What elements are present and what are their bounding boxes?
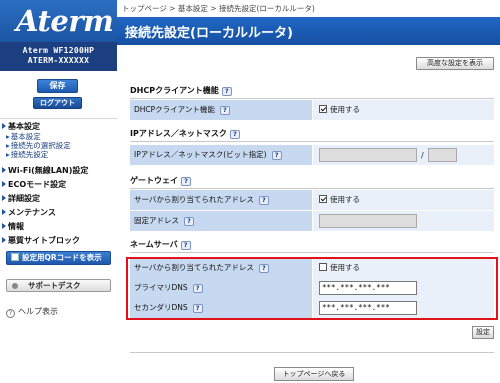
set-button[interactable]: 設定	[472, 326, 494, 339]
help-icon: ?	[6, 309, 15, 318]
help-toggle[interactable]: ? ヘルプ表示	[6, 306, 58, 318]
sidebar: Aterm Aterm WF1200HP ATERM-XXXXXX 保存 ログア…	[0, 0, 117, 383]
bullet-icon: ▸	[6, 150, 10, 159]
device-id: ATERM-XXXXXX	[27, 56, 90, 65]
help-icon[interactable]: ?	[221, 87, 232, 96]
row-value	[313, 211, 494, 231]
nav-eco-mode[interactable]: ECOモード設定	[2, 180, 66, 190]
help-icon[interactable]: ?	[180, 241, 191, 250]
row-dhcp-client: DHCPクライアント機能? 使用する	[130, 100, 494, 120]
nav-basic-settings[interactable]: 基本設定	[2, 122, 40, 132]
help-icon[interactable]: ?	[258, 196, 269, 205]
nav-malicious-site-block[interactable]: 悪質サイトブロック	[2, 236, 80, 246]
back-to-top-button[interactable]: トップページへ戻る	[274, 367, 354, 381]
row-gateway-auto: サーバから割り当てられたアドレス? 使用する	[130, 190, 494, 210]
device-info: Aterm WF1200HP ATERM-XXXXXX	[0, 42, 117, 71]
breadcrumb: トップページ > 基本設定 > 接続先設定(ローカルルータ)	[122, 4, 315, 13]
row-ip-netmask: IPアドレス／ネットマスク(ビット指定)? /	[130, 145, 494, 165]
dhcp-enable-checkbox[interactable]	[319, 105, 327, 113]
model-name: Aterm WF1200HP	[22, 46, 95, 55]
section-name-server: ネームサーバ?	[130, 240, 191, 250]
arrow-right-icon	[2, 181, 6, 187]
nav-wifi-settings[interactable]: Wi-Fi(無線LAN)設定	[2, 166, 88, 176]
section-divider	[130, 252, 494, 253]
show-qr-code-button[interactable]: 設定用QRコードを表示	[6, 251, 111, 265]
nav-info[interactable]: 情報	[2, 222, 24, 232]
section-gateway: ゲートウェイ?	[130, 176, 191, 186]
gateway-auto-checkbox[interactable]	[319, 195, 327, 203]
nav-maintenance[interactable]: メンテナンス	[2, 208, 56, 218]
arrow-right-icon	[2, 195, 6, 201]
section-ip-netmask: IPアドレス／ネットマスク?	[130, 129, 240, 139]
arrow-right-icon	[2, 167, 6, 173]
help-icon[interactable]: ?	[271, 151, 282, 160]
section-divider	[130, 141, 494, 142]
logo-area: Aterm	[0, 0, 117, 42]
sidebar-divider	[0, 118, 117, 119]
arrow-right-icon	[2, 223, 6, 229]
ip-address-input[interactable]	[319, 148, 417, 162]
section-dhcp-client: DHCPクライアント機能?	[130, 86, 232, 96]
bullet-icon: ▸	[6, 141, 10, 150]
row-label: 固定アドレス?	[130, 211, 312, 231]
nav-sub-connection-select[interactable]: ▸接続先の選択設定	[6, 141, 71, 150]
support-icon	[12, 282, 18, 289]
help-icon[interactable]: ?	[184, 217, 194, 226]
row-label: IPアドレス／ネットマスク(ビット指定)?	[130, 145, 312, 165]
show-advanced-settings-button[interactable]: 高度な設定を表示	[416, 57, 494, 70]
aterm-logo: Aterm	[16, 4, 114, 38]
nav-sub-basic[interactable]: ▸基本設定	[6, 132, 41, 141]
footer-divider	[130, 352, 494, 353]
nav-sub-connection-settings[interactable]: ▸接続先設定	[6, 150, 48, 159]
arrow-right-icon	[2, 123, 6, 129]
logout-button[interactable]: ログアウト	[33, 97, 82, 109]
support-desk-button[interactable]: サポートデスク	[6, 279, 111, 292]
gateway-fixed-address-input[interactable]	[319, 214, 417, 228]
save-button[interactable]: 保存	[37, 79, 78, 93]
row-label: サーバから割り当てられたアドレス?	[130, 190, 312, 210]
bullet-icon: ▸	[6, 132, 10, 141]
arrow-right-icon	[2, 209, 6, 215]
section-divider	[130, 98, 494, 99]
arrow-right-icon	[2, 237, 6, 243]
qr-code-icon	[11, 253, 19, 261]
ip-mask-separator: /	[421, 151, 424, 160]
section-divider	[130, 188, 494, 189]
nav-detail-settings[interactable]: 詳細設定	[2, 194, 40, 204]
row-gateway-fixed: 固定アドレス?	[130, 211, 494, 231]
row-value: 使用する	[313, 100, 494, 120]
help-icon[interactable]: ?	[229, 130, 240, 139]
title-bar: 接続先設定(ローカルルータ)	[117, 17, 500, 45]
page-title: 接続先設定(ローカルルータ)	[125, 26, 293, 41]
row-label: DHCPクライアント機能?	[130, 100, 312, 120]
highlight-box	[126, 257, 498, 320]
netmask-bits-input[interactable]	[428, 148, 457, 162]
row-value: 使用する	[313, 190, 494, 210]
help-icon[interactable]: ?	[181, 177, 191, 186]
row-value: /	[313, 145, 494, 165]
help-icon[interactable]: ?	[219, 106, 230, 115]
